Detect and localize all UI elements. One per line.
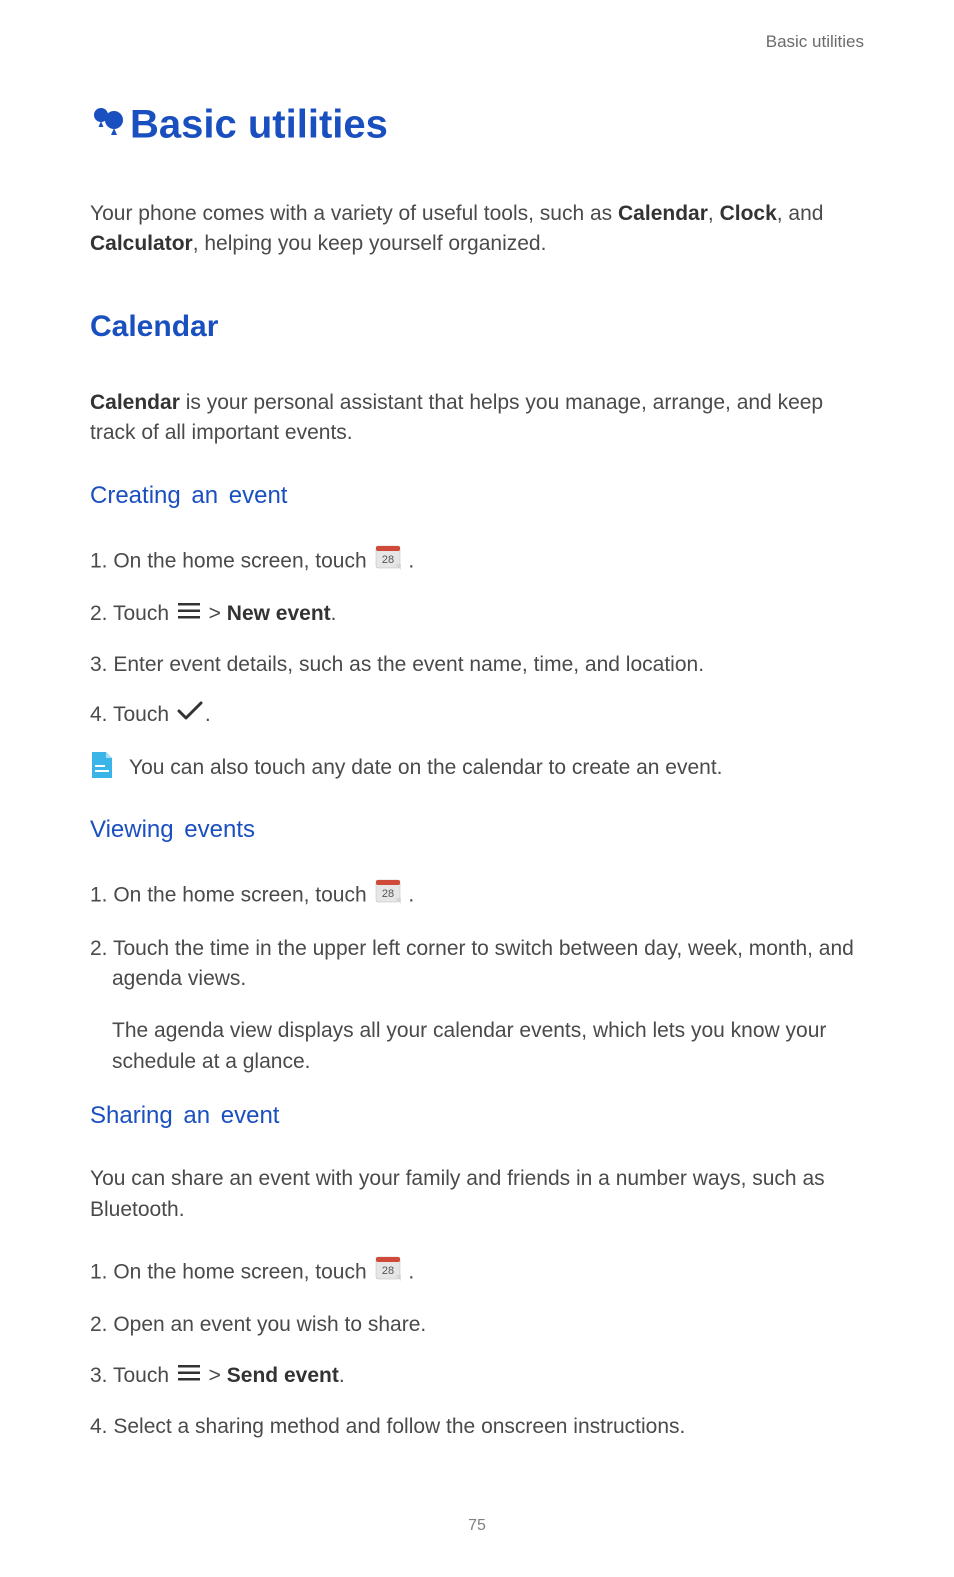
note-block: You can also touch any date on the calen… [90, 751, 864, 813]
calendar-app-icon: 28 [375, 544, 401, 579]
subheading-viewing-events: Viewing events [90, 813, 864, 878]
step-text: 3. Touch > Send event. [90, 1361, 864, 1412]
svg-text:28: 28 [381, 554, 393, 566]
hamburger-menu-icon [177, 1361, 201, 1391]
step-text: 4. Select a sharing method and follow th… [90, 1412, 864, 1462]
step-text: 1. On the home screen, touch 28 . [90, 1255, 864, 1310]
calendar-intro: Calendar is your personal assistant that… [90, 388, 864, 479]
step-text: 1. On the home screen, touch 28 . [90, 878, 864, 933]
step-text: 2. Touch > New event. [90, 599, 864, 650]
step-text: 1. On the home screen, touch 28 . [90, 544, 864, 599]
hamburger-menu-icon [177, 599, 201, 629]
step-text: The agenda view displays all your calend… [90, 1016, 864, 1099]
note-text: You can also touch any date on the calen… [129, 751, 864, 783]
running-header: Basic utilities [90, 30, 864, 95]
step-text: 3. Enter event details, such as the even… [90, 650, 864, 700]
subheading-creating-event: Creating an event [90, 479, 864, 544]
step-text: 2. Touch the time in the upper left corn… [90, 934, 864, 1017]
subheading-sharing-event: Sharing an event [90, 1099, 864, 1164]
calendar-app-icon: 28 [375, 1255, 401, 1290]
section-heading-calendar: Calendar [90, 305, 864, 389]
step-text: 4. Touch . [90, 700, 864, 751]
svg-text:28: 28 [381, 1265, 393, 1277]
chapter-balloon-icon [90, 95, 124, 153]
chapter-title: Basic utilities [90, 95, 864, 199]
step-text: 2. Open an event you wish to share. [90, 1310, 864, 1360]
svg-text:28: 28 [381, 888, 393, 900]
note-document-icon [90, 751, 114, 788]
sharing-intro: You can share an event with your family … [90, 1164, 864, 1255]
calendar-app-icon: 28 [375, 878, 401, 913]
intro-text: Your phone comes with a variety of usefu… [90, 199, 864, 305]
checkmark-icon [177, 700, 203, 730]
page-number: 75 [0, 1514, 954, 1537]
